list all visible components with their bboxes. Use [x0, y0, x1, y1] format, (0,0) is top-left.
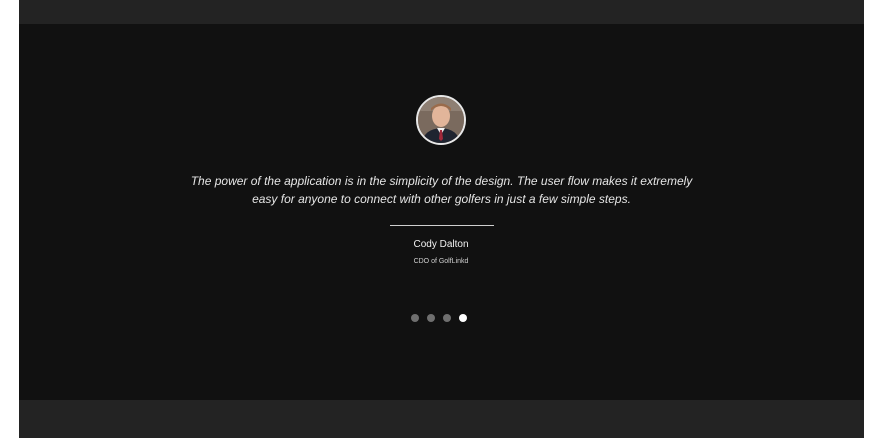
slider-pagination: [411, 314, 475, 324]
quote-line-1: The power of the application is in the s…: [190, 174, 693, 188]
footer-band: [19, 400, 864, 438]
slide-dot-4[interactable]: [459, 314, 467, 322]
quote-line-2: easy for anyone to connect with other go…: [252, 192, 631, 206]
author-name: Cody Dalton: [413, 239, 469, 250]
testimonial-quote: The power of the application is in the s…: [179, 172, 704, 208]
avatar: [416, 95, 466, 145]
slide-dot-3[interactable]: [443, 314, 451, 322]
header-band: [19, 0, 864, 24]
page-frame: The power of the application is in the s…: [19, 0, 864, 438]
slide-dot-2[interactable]: [427, 314, 435, 322]
person-photo-icon: [418, 97, 464, 143]
author-title: CDO of GolfLinkd: [413, 258, 469, 265]
testimonial-section: The power of the application is in the s…: [19, 24, 864, 400]
divider: [390, 225, 494, 226]
slide-dot-1[interactable]: [411, 314, 419, 322]
